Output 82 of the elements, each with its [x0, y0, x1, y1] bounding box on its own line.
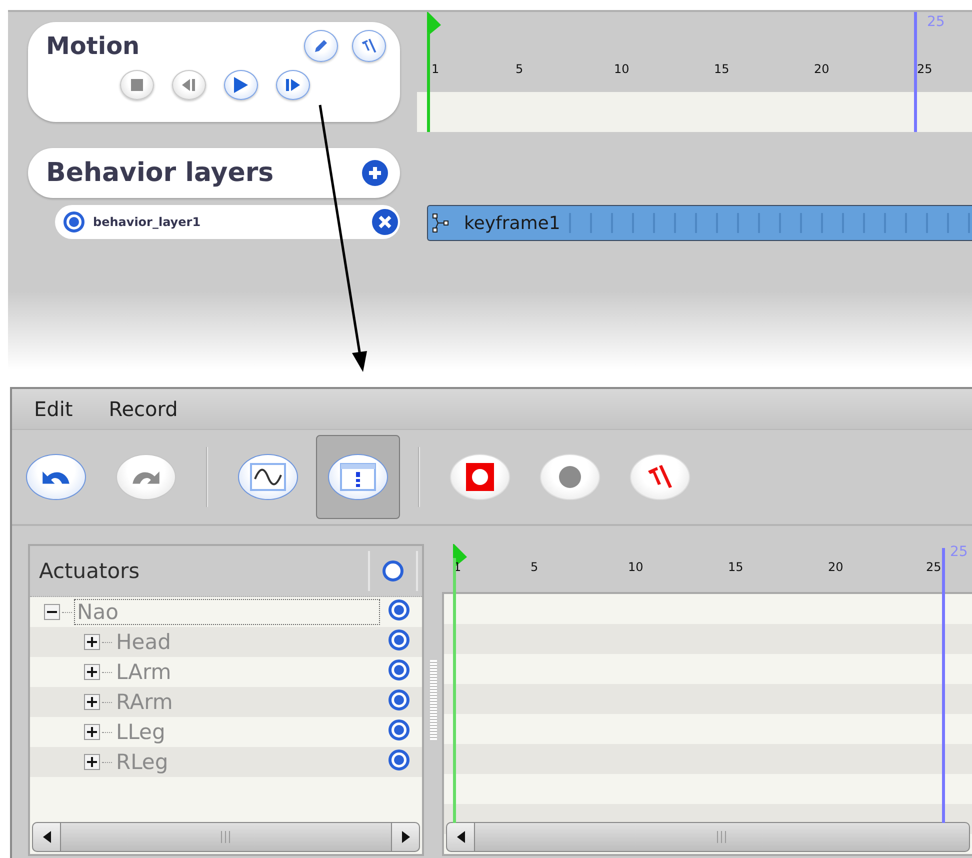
horizontal-scrollbar[interactable] [446, 822, 970, 852]
menu-item[interactable]: Edit [34, 397, 73, 421]
add-layer-button[interactable] [362, 160, 388, 186]
tools-button[interactable] [352, 30, 386, 62]
scroll-left-button[interactable] [447, 823, 475, 851]
left-triangle-icon [456, 831, 464, 843]
frame-number: 5 [530, 560, 538, 574]
panel-title: Behavior layers [46, 158, 274, 188]
left-triangle-icon [42, 831, 50, 843]
redo-arrow-icon [132, 469, 160, 485]
stop-recording-icon [466, 463, 494, 491]
stop-icon [131, 79, 143, 91]
tree-item-label: LArm [115, 660, 172, 684]
record-icon [559, 466, 581, 488]
horizontal-scrollbar[interactable] [32, 822, 420, 852]
tree-row[interactable]: LArm [30, 657, 422, 687]
right-triangle-icon [402, 831, 410, 843]
radio-on-icon[interactable] [388, 689, 410, 711]
tree-item-label: LLeg [115, 720, 166, 744]
plus-icon [87, 727, 97, 737]
undo-arrow-icon [42, 469, 70, 485]
delete-layer-button[interactable] [372, 209, 398, 235]
splitter-handle[interactable] [430, 660, 436, 740]
keyframe-node-icon [432, 213, 450, 233]
end-frame-label: 25 [950, 544, 968, 560]
pencil-icon [313, 38, 329, 54]
expand-button[interactable] [84, 664, 100, 680]
plus-icon [87, 667, 97, 677]
radio-on-icon[interactable] [388, 749, 410, 771]
expand-button[interactable] [84, 634, 100, 650]
frame-number: 20 [814, 62, 830, 76]
expand-button[interactable] [84, 754, 100, 770]
plus-icon [362, 160, 388, 186]
tree-row[interactable]: Head [30, 627, 422, 657]
tree-item-label: RLeg [115, 750, 170, 774]
frame-number: 25 [916, 62, 932, 76]
layer-name: behavior_layer1 [93, 215, 202, 229]
tree-row[interactable]: Nao [30, 597, 422, 627]
plus-icon [87, 757, 97, 767]
tree-item-label: Head [115, 630, 172, 654]
close-icon [372, 209, 398, 235]
collapse-button[interactable] [44, 604, 60, 620]
tree-row[interactable]: RArm [30, 687, 422, 717]
frame-number: 10 [628, 560, 644, 574]
step-forward-icon [286, 79, 300, 91]
radio-on-icon[interactable] [388, 659, 410, 681]
step-back-icon [182, 79, 196, 91]
timeline-window-icon [340, 463, 376, 491]
radio-off-icon[interactable] [382, 560, 404, 582]
play-button[interactable] [224, 70, 258, 100]
frame-number: 15 [728, 560, 744, 574]
frame-number: 15 [714, 62, 730, 76]
panel-title: Motion [46, 32, 140, 60]
scroll-left-button[interactable] [33, 823, 61, 851]
next-button[interactable] [276, 70, 310, 100]
radio-on-icon[interactable] [63, 211, 85, 233]
frame-number: 5 [515, 62, 524, 76]
radio-on-icon[interactable] [388, 599, 410, 621]
column-title: Actuators [38, 559, 141, 583]
tree-item-label: Nao [74, 599, 380, 625]
expand-button[interactable] [84, 724, 100, 740]
radio-on-icon[interactable] [388, 719, 410, 741]
scroll-right-button[interactable] [391, 823, 419, 851]
tree-row[interactable]: LLeg [30, 717, 422, 747]
play-icon [234, 77, 248, 93]
tree-row[interactable]: RLeg [30, 747, 422, 777]
plus-icon [87, 697, 97, 707]
end-frame-label: 25 [927, 14, 945, 30]
frame-number: 25 [926, 560, 942, 574]
hammer-screwdriver-icon [360, 37, 378, 55]
frame-number: 20 [828, 560, 844, 574]
edit-button[interactable] [304, 30, 338, 62]
plus-icon [87, 637, 97, 647]
frame-number: 1 [431, 62, 440, 76]
keyframe-bar[interactable]: keyframe1 [427, 205, 972, 241]
menu-item[interactable]: Record [108, 397, 178, 421]
layer-item[interactable]: behavior_layer1 [55, 205, 400, 239]
frame-number: 10 [614, 62, 630, 76]
tree-item-label: RArm [115, 690, 174, 714]
radio-on-icon[interactable] [388, 629, 410, 651]
expand-button[interactable] [84, 694, 100, 710]
curve-window-icon [250, 463, 286, 491]
